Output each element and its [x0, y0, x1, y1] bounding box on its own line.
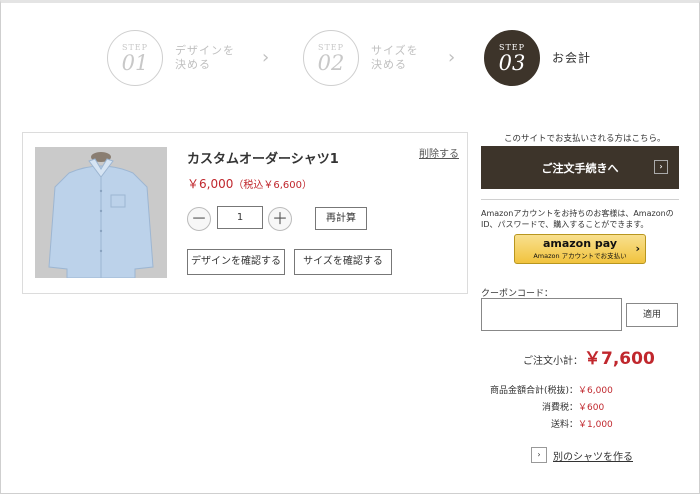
- summary-row-label: 消費税：: [542, 403, 579, 413]
- delete-link[interactable]: 削除する: [419, 145, 459, 160]
- summary-row-value: ￥6,000: [578, 386, 613, 396]
- amazon-note: Amazonアカウントをお持ちのお客様は、Amazonの ID、パスワードで、購…: [481, 209, 674, 229]
- price-tax: （税込￥6,600）: [233, 180, 312, 191]
- checkout-label: ご注文手続きへ: [541, 161, 619, 175]
- coupon-input[interactable]: [481, 298, 622, 331]
- quantity-plus-button[interactable]: ＋: [268, 207, 292, 231]
- quantity-input[interactable]: 1: [217, 206, 263, 229]
- chevron-right-icon: ›: [448, 47, 456, 68]
- step-2-text: サイズを 決める: [371, 44, 419, 71]
- summary-row: 消費税：￥600: [542, 400, 604, 413]
- step-1-circle: STEP 01: [107, 30, 163, 86]
- step-1: STEP 01 デザインを 決める: [107, 30, 235, 86]
- checkout-button[interactable]: ご注文手続きへ ›: [481, 146, 679, 189]
- product-price: ￥6,000（税込￥6,600）: [187, 175, 312, 192]
- step-3: STEP 03 お会計: [484, 30, 591, 86]
- step-3-circle: STEP 03: [484, 30, 540, 86]
- summary-row-value: ￥1,000: [578, 420, 613, 430]
- cart-item: カスタムオーダーシャツ1 削除する ￥6,000（税込￥6,600） － 1 ＋…: [22, 132, 468, 294]
- summary-row-value: ￥600: [578, 403, 605, 413]
- confirm-size-button[interactable]: サイズを確認する: [294, 249, 392, 275]
- step-2-number: 02: [317, 50, 345, 75]
- recalculate-button[interactable]: 再計算: [315, 207, 367, 230]
- step-3-text: お会計: [552, 51, 592, 65]
- summary-row-label: 商品金額合計(税抜)：: [490, 386, 579, 396]
- coupon-apply-button[interactable]: 適用: [626, 303, 678, 327]
- amazon-pay-label: amazon pay: [542, 237, 618, 250]
- product-image[interactable]: [35, 147, 167, 278]
- step-1-number: 01: [121, 50, 149, 75]
- summary-row-label: 送料：: [551, 420, 579, 430]
- arrow-right-icon: ›: [654, 160, 668, 174]
- step-2-circle: STEP 02: [303, 30, 359, 86]
- payment-note: このサイトでお支払いされる方はこちら。: [504, 134, 666, 144]
- arrow-right-icon: ›: [531, 447, 547, 463]
- another-shirt-label: 別のシャツを作る: [553, 451, 633, 463]
- price-value: ￥6,000: [187, 177, 234, 191]
- summary-row: 送料：￥1,000: [551, 417, 613, 430]
- summary-row: 商品金額合計(税抜)：￥6,000: [490, 383, 613, 396]
- divider: [481, 199, 679, 200]
- another-shirt-link[interactable]: › 別のシャツを作る: [531, 447, 633, 463]
- subtotal-value: ￥7,600: [584, 349, 655, 369]
- amazon-pay-button[interactable]: amazon pay Amazon アカウントでお支払い ›: [514, 234, 646, 264]
- amazon-pay-sub: Amazon アカウントでお支払い: [533, 252, 627, 260]
- chevron-right-icon: ›: [635, 242, 640, 255]
- quantity-minus-button[interactable]: －: [187, 207, 211, 231]
- chevron-right-icon: ›: [262, 47, 270, 68]
- step-1-text: デザインを 決める: [175, 44, 235, 71]
- shirt-illustration: [35, 147, 167, 278]
- subtotal-label: ご注文小計：: [523, 356, 583, 367]
- product-name: カスタムオーダーシャツ1: [187, 152, 339, 167]
- step-2: STEP 02 サイズを 決める: [303, 30, 419, 86]
- step-3-number: 03: [498, 50, 526, 75]
- confirm-design-button[interactable]: デザインを確認する: [187, 249, 285, 275]
